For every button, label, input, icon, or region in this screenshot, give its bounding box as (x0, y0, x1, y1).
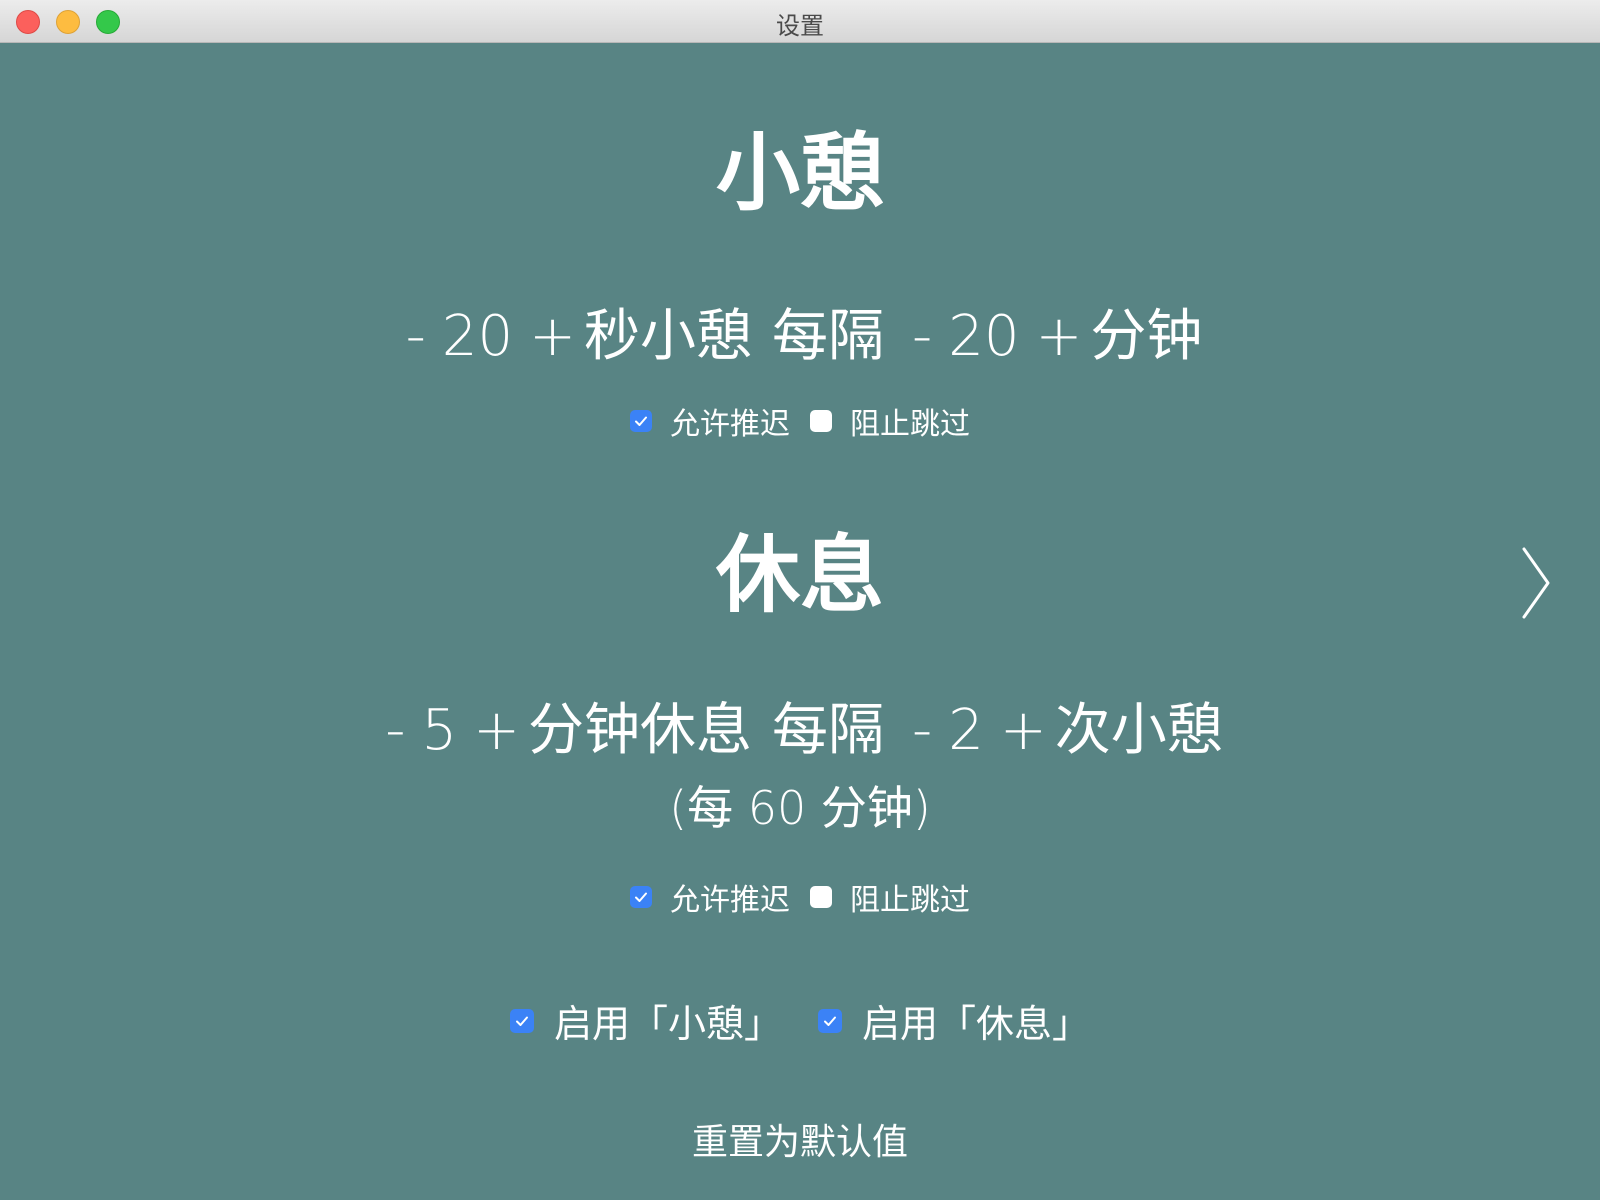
break-settings-line: -5 + 分钟休息 每隔 -2 + 次小憩 (0, 703, 1600, 759)
microbreak-duration-decrement-button[interactable]: - (398, 309, 434, 365)
checkmark-icon (515, 1016, 528, 1026)
enable-microbreak-option[interactable]: 启用「小憩」 (509, 993, 782, 1048)
microbreak-settings-line: -20 + 秒小憩 每隔 -20 + 分钟 (0, 309, 1600, 365)
break-interval-value: 2 (948, 698, 984, 763)
microbreak-interval-increment-button[interactable]: + (1027, 309, 1090, 365)
window-title: 设置 (776, 12, 824, 40)
microbreak-prevent-skip-option[interactable]: 阻止跳过 (810, 399, 970, 443)
microbreak-interval-unit: 分钟 (1090, 304, 1203, 369)
microbreak-prevent-skip-label: 阻止跳过 (850, 407, 970, 442)
break-allow-postpone-checkbox[interactable] (630, 886, 652, 908)
chevron-right-icon (1522, 547, 1550, 619)
microbreak-every-label: 每隔 (772, 304, 884, 369)
break-every-label: 每隔 (772, 698, 884, 763)
checkmark-icon (824, 1016, 836, 1026)
break-interval-unit: 次小憩 (1054, 698, 1223, 763)
reset-defaults-button[interactable]: 重置为默认值 (0, 1113, 1600, 1165)
microbreak-allow-postpone-option[interactable]: 允许推迟 (630, 399, 790, 443)
enable-break-option[interactable]: 启用「休息」 (818, 993, 1090, 1048)
enable-options: 启用「小憩」 启用「休息」 (0, 993, 1600, 1048)
break-prevent-skip-label: 阻止跳过 (850, 883, 970, 918)
break-allow-postpone-label: 允许推迟 (670, 883, 790, 918)
checkmark-icon (635, 416, 647, 426)
title-bar[interactable]: 设置 (0, 0, 1600, 43)
break-options: 允许推迟 阻止跳过 (0, 875, 1600, 919)
break-prevent-skip-option[interactable]: 阻止跳过 (810, 875, 970, 919)
break-duration-decrement-button[interactable]: - (377, 703, 413, 759)
enable-microbreak-checkbox[interactable] (509, 1008, 534, 1033)
enable-microbreak-label: 启用「小憩」 (553, 1002, 782, 1046)
microbreak-duration-increment-button[interactable]: + (521, 309, 584, 365)
microbreak-options: 允许推迟 阻止跳过 (0, 399, 1600, 443)
checkmark-icon (635, 892, 647, 902)
break-duration-unit: 分钟休息 (528, 698, 752, 763)
break-allow-postpone-option[interactable]: 允许推迟 (630, 875, 790, 919)
microbreak-interval-decrement-button[interactable]: - (904, 309, 940, 365)
break-duration-value: 5 (421, 698, 458, 763)
break-interval-note: (每 60 分钟) (669, 781, 931, 835)
settings-content: 小憩 -20 + 秒小憩 每隔 -20 + 分钟 允许推迟 阻止跳过 休息 -5 + 分钟休息每… (0, 43, 1600, 1200)
break-heading: 休息 (715, 526, 884, 624)
settings-window: 设置 小憩 -20 + 秒小憩 每隔 -20 + 分钟 允许推迟 阻止跳过 休息 -5 + 分钟… (0, 0, 1600, 1200)
next-page-button[interactable] (1518, 543, 1554, 623)
microbreak-heading: 小憩 (715, 124, 884, 222)
microbreak-interval-value: 20 (948, 304, 1020, 369)
microbreak-allow-postpone-checkbox[interactable] (630, 410, 652, 432)
microbreak-prevent-skip-checkbox[interactable] (810, 410, 832, 432)
microbreak-allow-postpone-label: 允许推迟 (670, 407, 790, 442)
break-interval-increment-button[interactable]: + (992, 703, 1055, 759)
break-duration-increment-button[interactable]: + (465, 703, 528, 759)
break-interval-decrement-button[interactable]: - (904, 703, 940, 759)
enable-break-checkbox[interactable] (818, 1008, 842, 1033)
microbreak-duration-unit: 秒小憩 (584, 304, 752, 369)
enable-break-label: 启用「休息」 (862, 1002, 1091, 1046)
break-prevent-skip-checkbox[interactable] (810, 886, 832, 908)
microbreak-duration-value: 20 (441, 304, 514, 369)
